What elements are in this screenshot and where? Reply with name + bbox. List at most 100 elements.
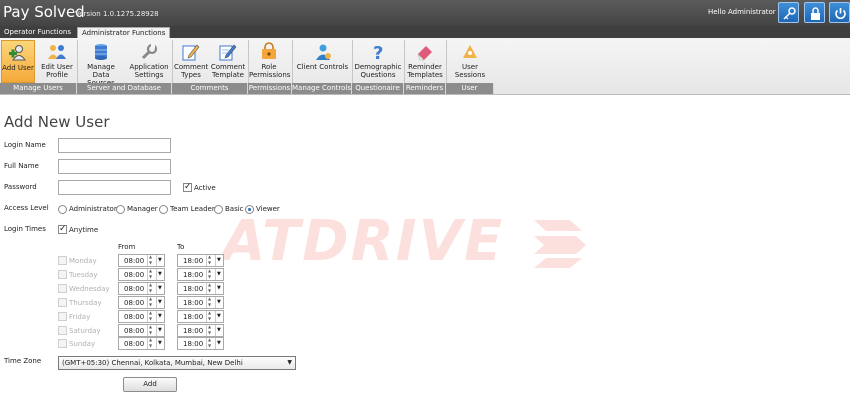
ribbon-label: Edit User — [41, 63, 73, 71]
user-sessions-button[interactable]: User Sessions — [449, 40, 491, 83]
active-label: Active — [194, 184, 216, 192]
time-spinner[interactable] — [147, 337, 155, 349]
tab-administrator-functions[interactable]: Administrator Functions — [77, 27, 171, 38]
time-dropdown[interactable] — [156, 283, 164, 294]
time-spinner[interactable] — [147, 296, 155, 308]
time-dropdown[interactable] — [156, 297, 164, 308]
time-value: 18:00 — [183, 285, 204, 293]
demographic-questions-button[interactable]: ? Demographic Questions — [354, 40, 402, 83]
time-dropdown[interactable] — [156, 269, 164, 280]
time-spinner[interactable] — [206, 324, 214, 336]
client-controls-button[interactable]: Client Controls — [295, 40, 350, 83]
ribbon-label: User — [462, 63, 478, 71]
from-time-picker[interactable]: 08:00 — [118, 337, 165, 350]
group-questionaire: Questionaire — [352, 83, 404, 94]
lock-icon[interactable] — [804, 2, 825, 23]
tab-operator-functions[interactable]: Operator Functions — [0, 27, 75, 38]
time-dropdown[interactable] — [215, 325, 223, 336]
login-name-label: Login Name — [4, 141, 46, 149]
to-time-picker[interactable]: 18:00 — [177, 282, 224, 295]
time-spinner[interactable] — [147, 324, 155, 336]
radio-basic[interactable] — [214, 205, 223, 214]
time-spinner[interactable] — [147, 268, 155, 280]
to-time-picker[interactable]: 18:00 — [177, 254, 224, 267]
full-name-input[interactable] — [58, 159, 171, 174]
time-value: 08:00 — [124, 299, 145, 307]
add-user-button[interactable]: Add User — [1, 40, 35, 83]
to-time-picker[interactable]: 18:00 — [177, 310, 224, 323]
time-value: 18:00 — [183, 313, 204, 321]
day-label: Saturday — [69, 327, 101, 335]
time-dropdown[interactable] — [156, 338, 164, 349]
sessions-icon — [463, 45, 477, 58]
question-icon: ? — [373, 43, 383, 62]
day-checkbox[interactable] — [58, 256, 67, 265]
day-label: Wednesday — [69, 285, 110, 293]
pencil-icon — [182, 44, 200, 61]
time-dropdown[interactable] — [156, 325, 164, 336]
time-dropdown[interactable] — [215, 269, 223, 280]
from-time-picker[interactable]: 08:00 — [118, 254, 165, 267]
radio-manager[interactable] — [116, 205, 125, 214]
day-checkbox[interactable] — [58, 284, 67, 293]
to-time-picker[interactable]: 18:00 — [177, 296, 224, 309]
time-dropdown[interactable] — [215, 311, 223, 322]
time-spinner[interactable] — [206, 282, 214, 294]
day-checkbox[interactable] — [58, 270, 67, 279]
time-spinner[interactable] — [147, 310, 155, 322]
comment-template-button[interactable]: Comment Template — [210, 40, 246, 83]
time-spinner[interactable] — [147, 254, 155, 266]
to-time-picker[interactable]: 18:00 — [177, 268, 224, 281]
password-input[interactable] — [58, 180, 171, 195]
power-icon[interactable] — [829, 2, 850, 23]
login-name-input[interactable] — [58, 138, 171, 153]
role-permissions-button[interactable]: Role Permissions — [249, 40, 290, 83]
time-spinner[interactable] — [206, 337, 214, 349]
time-dropdown[interactable] — [156, 311, 164, 322]
reminder-templates-button[interactable]: Reminder Templates — [406, 40, 444, 83]
ribbon-label: Templates — [407, 71, 443, 79]
day-checkbox[interactable] — [58, 339, 67, 348]
key-icon[interactable] — [778, 2, 799, 23]
active-checkbox[interactable] — [183, 182, 192, 192]
time-spinner[interactable] — [147, 282, 155, 294]
time-value: 18:00 — [183, 271, 204, 279]
anytime-checkbox[interactable] — [58, 224, 67, 234]
ribbon-label: Demographic — [354, 63, 402, 71]
from-time-picker[interactable]: 08:00 — [118, 296, 165, 309]
edit-user-profile-button[interactable]: Edit User Profile — [38, 40, 76, 83]
day-checkbox[interactable] — [58, 298, 67, 307]
radio-viewer[interactable] — [245, 205, 254, 214]
day-checkbox[interactable] — [58, 312, 67, 321]
day-checkbox[interactable] — [58, 326, 67, 335]
time-spinner[interactable] — [206, 310, 214, 322]
time-dropdown[interactable] — [215, 283, 223, 294]
to-time-picker[interactable]: 18:00 — [177, 337, 224, 350]
manage-data-sources-button[interactable]: Manage Data Sources — [78, 40, 124, 87]
time-value: 18:00 — [183, 327, 204, 335]
ribbon-divider — [172, 40, 173, 83]
time-dropdown[interactable] — [215, 338, 223, 349]
add-button[interactable]: Add — [123, 377, 177, 392]
comment-types-button[interactable]: Comment Types — [174, 40, 208, 83]
time-value: 08:00 — [124, 340, 145, 348]
from-time-picker[interactable]: 08:00 — [118, 268, 165, 281]
ribbon-tabs: Operator Functions Administrator Functio… — [0, 26, 850, 38]
time-spinner[interactable] — [206, 268, 214, 280]
time-dropdown[interactable] — [215, 297, 223, 308]
ribbon-label: Client Controls — [296, 63, 349, 71]
time-spinner[interactable] — [206, 254, 214, 266]
time-zone-select[interactable]: (GMT+05:30) Chennai, Kolkata, Mumbai, Ne… — [58, 356, 296, 370]
from-column-header: From — [118, 243, 136, 251]
time-dropdown[interactable] — [215, 255, 223, 266]
time-spinner[interactable] — [206, 296, 214, 308]
from-time-picker[interactable]: 08:00 — [118, 282, 165, 295]
from-time-picker[interactable]: 08:00 — [118, 324, 165, 337]
to-time-picker[interactable]: 18:00 — [177, 324, 224, 337]
application-settings-button[interactable]: Application Settings — [128, 40, 170, 83]
permissions-icon — [262, 42, 276, 59]
radio-administrator[interactable] — [58, 205, 67, 214]
from-time-picker[interactable]: 08:00 — [118, 310, 165, 323]
time-dropdown[interactable] — [156, 255, 164, 266]
radio-team-leader[interactable] — [159, 205, 168, 214]
